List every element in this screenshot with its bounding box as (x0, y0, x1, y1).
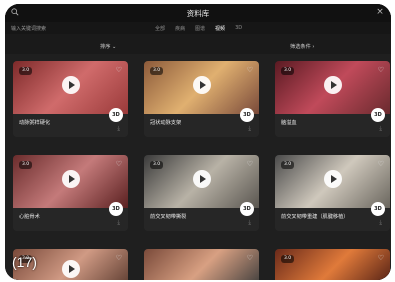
heart-icon[interactable]: ♡ (247, 66, 253, 74)
video-card[interactable]: 3.0 ♡ 3D 前交叉韧带重建（肌腱移植） ⤓ (275, 155, 390, 231)
filter-label: 筛选条件 (290, 44, 311, 50)
rating-badge: 3.0 (19, 161, 33, 169)
search-input[interactable]: 输入关键词搜索 (11, 25, 46, 32)
tab-3d[interactable]: 3D (235, 25, 242, 32)
3d-icon[interactable]: 3D (240, 108, 254, 122)
play-icon[interactable] (61, 260, 80, 278)
sort-dropdown[interactable]: 排序 ⌄ (100, 43, 116, 50)
play-icon[interactable] (61, 76, 80, 94)
rating-badge: 3.0 (150, 161, 164, 169)
video-card[interactable]: 3.0 ♡ 3D 心脏骨术 ⤓ (13, 155, 128, 231)
play-icon[interactable] (61, 170, 80, 188)
top-bar: 资料库 × (5, 4, 391, 22)
download-icon[interactable]: ⤓ (117, 219, 120, 227)
rating-badge: 3.0 (281, 67, 295, 75)
tab-video[interactable]: 视频 (215, 25, 225, 32)
heart-icon[interactable]: ♡ (378, 160, 384, 168)
ipad-frame: 资料库 × 输入关键词搜索 全部 疾病 图谱 视频 3D 排序 ⌄ 筛选条件 › (5, 4, 391, 280)
play-icon[interactable] (192, 76, 211, 94)
tab-atlas[interactable]: 图谱 (195, 25, 205, 32)
tab-all[interactable]: 全部 (155, 25, 165, 32)
filter-row: 排序 ⌄ 筛选条件 › (5, 34, 391, 54)
chevron-right-icon: › (312, 44, 315, 50)
card-title: 脑溢血 (281, 120, 297, 126)
download-icon[interactable]: ⤓ (248, 125, 251, 133)
video-card[interactable]: 3.0 ♡ 3D 动脉粥样硬化 ⤓ (13, 61, 128, 137)
search-and-tabs-row: 输入关键词搜索 全部 疾病 图谱 视频 3D (5, 22, 391, 34)
play-icon[interactable] (323, 76, 342, 94)
video-card[interactable]: ♡ (144, 249, 259, 280)
heart-icon[interactable]: ♡ (378, 254, 384, 262)
page-title: 资料库 (186, 9, 210, 18)
heart-icon[interactable]: ♡ (116, 66, 122, 74)
card-title: 冠状动脉支架 (150, 120, 182, 126)
rating-badge: 3.0 (281, 161, 295, 169)
card-title: 心脏骨术 (19, 214, 40, 220)
figure-label: (17) (12, 254, 37, 270)
video-card[interactable]: 3.0 ♡ 3D 脑溢血 ⤓ (275, 61, 390, 137)
heart-icon[interactable]: ♡ (247, 160, 253, 168)
video-card[interactable]: 3.0 ♡ (275, 249, 390, 280)
rating-badge: 3.0 (281, 255, 295, 263)
rating-badge: 3.0 (150, 67, 164, 75)
card-title: 前交叉韧带撕裂 (150, 214, 187, 220)
3d-icon[interactable]: 3D (371, 202, 385, 216)
sort-label: 排序 (100, 44, 111, 50)
download-icon[interactable]: ⤓ (117, 125, 120, 133)
download-icon[interactable]: ⤓ (248, 219, 251, 227)
close-icon[interactable]: × (375, 7, 385, 17)
content-tabs: 全部 疾病 图谱 视频 3D (155, 25, 242, 32)
heart-icon[interactable]: ♡ (116, 254, 122, 262)
chevron-down-icon: ⌄ (112, 44, 117, 50)
play-icon[interactable] (323, 170, 342, 188)
download-icon[interactable]: ⤓ (379, 219, 382, 227)
card-title: 动脉粥样硬化 (19, 120, 51, 126)
thumbnail (144, 249, 259, 280)
thumbnail (275, 249, 390, 280)
3d-icon[interactable]: 3D (240, 202, 254, 216)
heart-icon[interactable]: ♡ (378, 66, 384, 74)
heart-icon[interactable]: ♡ (116, 160, 122, 168)
3d-icon[interactable]: 3D (109, 108, 123, 122)
video-card[interactable]: 3.0 ♡ 3D 冠状动脉支架 ⤓ (144, 61, 259, 137)
3d-icon[interactable]: 3D (109, 202, 123, 216)
tab-disease[interactable]: 疾病 (175, 25, 185, 32)
video-card[interactable]: 3.0 ♡ 3D 前交叉韧带撕裂 ⤓ (144, 155, 259, 231)
app-screen: 资料库 × 输入关键词搜索 全部 疾病 图谱 视频 3D 排序 ⌄ 筛选条件 › (5, 4, 391, 280)
rating-badge: 3.0 (19, 67, 33, 75)
download-icon[interactable]: ⤓ (379, 125, 382, 133)
3d-icon[interactable]: 3D (371, 108, 385, 122)
heart-icon[interactable]: ♡ (247, 254, 253, 262)
filter-button[interactable]: 筛选条件 › (290, 43, 315, 50)
card-title: 前交叉韧带重建（肌腱移植） (281, 214, 349, 220)
play-icon[interactable] (192, 170, 211, 188)
